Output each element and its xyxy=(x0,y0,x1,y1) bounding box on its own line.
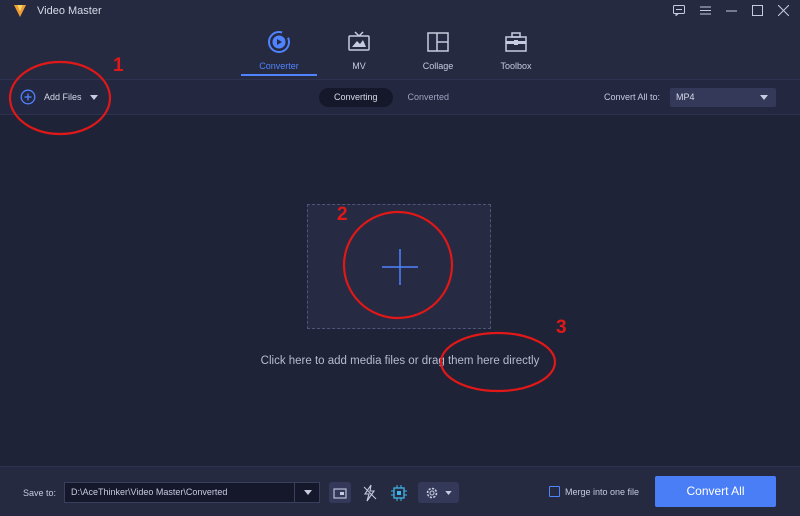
convert-all-to-label: Convert All to: xyxy=(604,92,661,102)
menu-icon[interactable] xyxy=(698,2,712,18)
settings-button[interactable] xyxy=(418,482,459,503)
status-segmented-control: Converting Converted xyxy=(319,88,464,107)
save-path-field[interactable]: D:\AceThinker\Video Master\Converted xyxy=(64,482,320,503)
close-icon[interactable] xyxy=(776,2,790,18)
tab-mv-label: MV xyxy=(352,61,366,71)
add-files-button[interactable]: Add Files xyxy=(20,89,98,105)
tv-icon xyxy=(347,30,371,54)
output-format-value: MP4 xyxy=(676,92,695,102)
chevron-down-icon xyxy=(445,490,452,495)
maximize-icon[interactable] xyxy=(750,2,764,18)
tab-toolbox[interactable]: Toolbox xyxy=(478,30,554,76)
merge-label: Merge into one file xyxy=(565,486,640,497)
annotation-number-2: 2 xyxy=(337,204,348,225)
folder-icon xyxy=(333,487,347,499)
converter-icon xyxy=(267,30,291,54)
add-files-label: Add Files xyxy=(44,92,82,102)
tab-converting[interactable]: Converting xyxy=(319,88,393,107)
app-title: Video Master xyxy=(37,5,102,17)
feedback-icon[interactable] xyxy=(672,2,686,18)
tab-mv[interactable]: MV xyxy=(321,30,397,76)
tab-converter-label: Converter xyxy=(259,61,299,71)
add-circle-icon xyxy=(20,89,36,105)
window-controls xyxy=(672,2,790,18)
toolbox-icon xyxy=(504,30,528,54)
tab-collage[interactable]: Collage xyxy=(400,30,476,76)
collage-icon xyxy=(426,30,450,54)
tab-converter[interactable]: Converter xyxy=(241,30,317,76)
add-media-dropzone[interactable] xyxy=(307,204,491,329)
converter-toolbar: Add Files Converting Converted Convert A… xyxy=(0,79,800,115)
plus-icon xyxy=(382,249,418,285)
save-path-value: D:\AceThinker\Video Master\Converted xyxy=(71,487,228,497)
footer-bar: Save to: D:\AceThinker\Video Master\Conv… xyxy=(0,466,800,516)
drop-hint-text[interactable]: Click here to add media files or drag th… xyxy=(0,355,800,367)
tab-collage-label: Collage xyxy=(422,61,454,71)
annotation-number-3: 3 xyxy=(556,317,567,338)
gear-icon xyxy=(426,487,438,498)
lightning-off-icon xyxy=(363,484,377,501)
chevron-down-icon xyxy=(760,95,768,100)
tab-converted[interactable]: Converted xyxy=(393,88,465,107)
merge-checkbox-box[interactable] xyxy=(549,486,560,497)
app-logo-icon xyxy=(14,5,26,17)
gpu-acceleration-button[interactable] xyxy=(388,482,410,503)
minimize-icon[interactable] xyxy=(724,2,738,18)
save-to-label: Save to: xyxy=(23,488,57,498)
chevron-down-icon xyxy=(303,490,312,495)
annotation-number-1: 1 xyxy=(113,55,124,76)
output-format-select[interactable]: MP4 xyxy=(670,88,776,107)
chevron-down-icon[interactable] xyxy=(89,94,98,100)
tab-toolbox-label: Toolbox xyxy=(500,61,532,71)
hardware-acceleration-button[interactable] xyxy=(358,482,382,503)
convert-all-button[interactable]: Convert All xyxy=(655,476,776,507)
active-tab-indicator xyxy=(241,74,317,76)
merge-checkbox[interactable]: Merge into one file xyxy=(549,486,639,497)
title-bar: Video Master xyxy=(0,0,800,22)
open-folder-button[interactable] xyxy=(329,482,351,503)
save-path-dropdown[interactable] xyxy=(294,482,320,503)
cpu-chip-icon xyxy=(391,484,407,501)
